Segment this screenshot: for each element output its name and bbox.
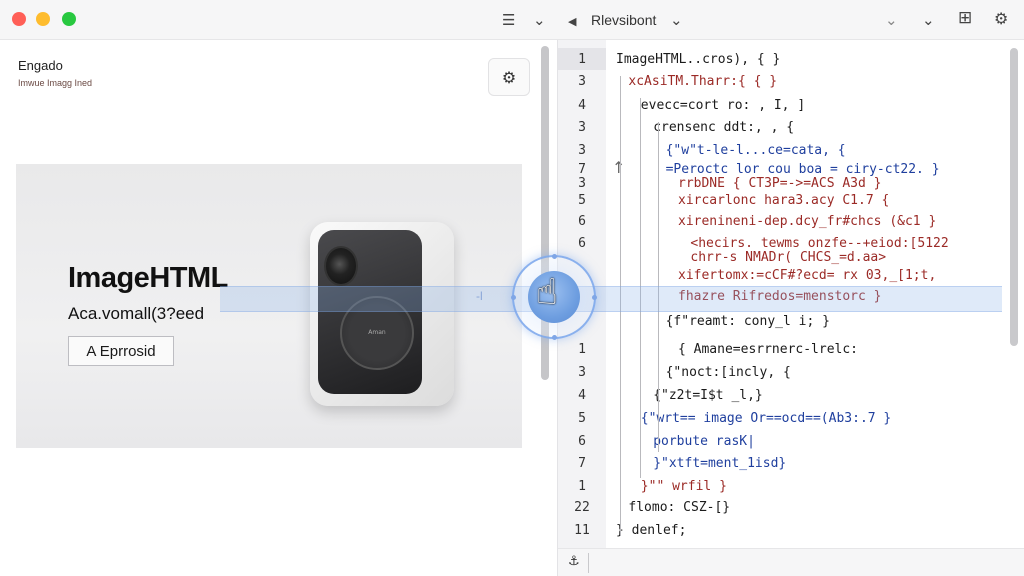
close-window-button[interactable] <box>12 12 26 26</box>
hero-action-button[interactable]: A Eprrosid <box>68 336 174 366</box>
editor-footer: ⚓ <box>558 548 1024 576</box>
up-arrow-icon: ↑ <box>612 158 626 177</box>
footer-divider <box>588 553 589 573</box>
code-line[interactable]: { Amane=esrrnerc-lrelc: <box>678 342 858 357</box>
code-line[interactable]: {"z2t=I$t _l,} <box>653 388 763 403</box>
code-line[interactable]: {"noct:[incly, { <box>666 365 791 380</box>
line-number: 5 <box>578 193 586 208</box>
line-number: 6 <box>578 236 586 251</box>
handle-dot <box>511 295 516 300</box>
split-drag-handle[interactable]: ☝ <box>511 254 597 340</box>
code-line[interactable]: <hecirs. tewms onzfe--+eiod:[5122 <box>690 236 948 251</box>
line-number: 3 <box>578 176 586 191</box>
list-icon[interactable]: ☰ <box>502 11 515 29</box>
line-number: 4 <box>578 98 586 113</box>
code-line[interactable]: xirenineni-dep.dcy_fr#chcs (&c1 } <box>678 214 936 229</box>
title-bar: ☰ ⌄ ◀ Rlevsibont ⌄ ⌄ ⌄ ⊞ ⚙ <box>0 0 1024 40</box>
code-line[interactable]: =Peroctc lor cou boa = ciry-ct22. } <box>666 162 940 177</box>
chevron-down-icon[interactable]: ⌄ <box>885 11 898 29</box>
line-number: 3 <box>578 365 586 380</box>
line-number: 1 <box>578 52 586 67</box>
code-line[interactable]: crensenc ddt:, , { <box>653 120 794 135</box>
line-number: 6 <box>578 434 586 449</box>
settings-icon[interactable]: ⚙ <box>994 10 1008 28</box>
code-line[interactable]: } denlef; <box>616 523 686 538</box>
preview-title: Engado <box>18 58 63 73</box>
handle-dot <box>552 254 557 259</box>
highlight-marker: -l <box>476 289 483 303</box>
code-line[interactable]: ImageHTML..cros), { } <box>616 52 780 67</box>
editor-scrollbar[interactable] <box>1010 48 1018 346</box>
code-line[interactable]: evecc=cort ro: , I, ] <box>641 98 805 113</box>
chevron-down-icon[interactable]: ⌄ <box>922 11 935 29</box>
line-number: 11 <box>574 523 590 538</box>
code-line[interactable]: {"wrt== image Or==ocd==(Ab3:.7 } <box>641 411 891 426</box>
selection-highlight-bar <box>220 286 1002 312</box>
line-number: 7 <box>578 162 586 177</box>
revision-chevron-down-icon[interactable]: ⌄ <box>670 11 683 29</box>
device-label: Aman <box>368 329 386 336</box>
line-number: 3 <box>578 120 586 135</box>
line-number: 4 <box>578 388 586 403</box>
code-line[interactable]: xircarlonc hara3.acy C1.7 { <box>678 193 889 208</box>
code-line[interactable]: xcAsiTM.Tharr:{ { } <box>628 74 777 89</box>
camera-lens <box>324 246 358 286</box>
code-line[interactable]: {"w"t-le-l...ce=cata, { <box>666 143 846 158</box>
line-number: 7 <box>578 456 586 471</box>
product-image: Aman <box>310 222 454 406</box>
code-line[interactable]: flomo: CSZ-[} <box>628 500 730 515</box>
chevron-down-icon[interactable]: ⌄ <box>533 11 546 29</box>
handle-dot <box>592 295 597 300</box>
gear-icon: ⚙ <box>501 67 517 87</box>
line-number: 3 <box>578 143 586 158</box>
line-number: 1 <box>578 342 586 357</box>
code-line[interactable]: xifertomx:=cCF#?ecd= rx 03,_[1;t, <box>678 268 936 283</box>
line-number: 1 <box>578 479 586 494</box>
code-line[interactable]: }"xtft=ment_1isd} <box>653 456 786 471</box>
back-arrow-icon[interactable]: ◀ <box>568 13 576 31</box>
line-number: 6 <box>578 214 586 229</box>
maximize-window-button[interactable] <box>62 12 76 26</box>
code-line[interactable]: {f"reamt: cony_l i; } <box>666 314 830 329</box>
preview-subtitle: Imwue Imagg Ined <box>18 78 93 88</box>
revision-selector-label[interactable]: Rlevsibont <box>591 12 656 28</box>
hand-cursor-icon: ☝ <box>536 272 558 313</box>
device-body: Aman <box>318 230 422 394</box>
code-line[interactable]: }"" wrfil } <box>641 479 727 494</box>
line-number: 22 <box>574 500 590 515</box>
line-number: 5 <box>578 411 586 426</box>
line-number: 3 <box>578 74 586 89</box>
code-line[interactable]: chrr-s NMADr( CHCS_=d.aa> <box>690 250 886 265</box>
tool-button[interactable]: ⚙ <box>488 58 530 96</box>
minimize-window-button[interactable] <box>36 12 50 26</box>
anchor-icon[interactable]: ⚓ <box>568 554 580 569</box>
hero-title: ImageHTML <box>68 262 228 294</box>
code-line[interactable]: porbute rasK| <box>653 434 755 449</box>
layout-grid-icon[interactable]: ⊞ <box>958 9 972 27</box>
code-line[interactable]: rrbDNE { CT3P=->=ACS A3d } <box>678 176 882 191</box>
app-window: ☰ ⌄ ◀ Rlevsibont ⌄ ⌄ ⌄ ⊞ ⚙ Engado Imwue … <box>0 0 1024 576</box>
handle-dot <box>552 335 557 340</box>
hero-subtitle: Aca.vomall(3?eed <box>68 304 205 323</box>
